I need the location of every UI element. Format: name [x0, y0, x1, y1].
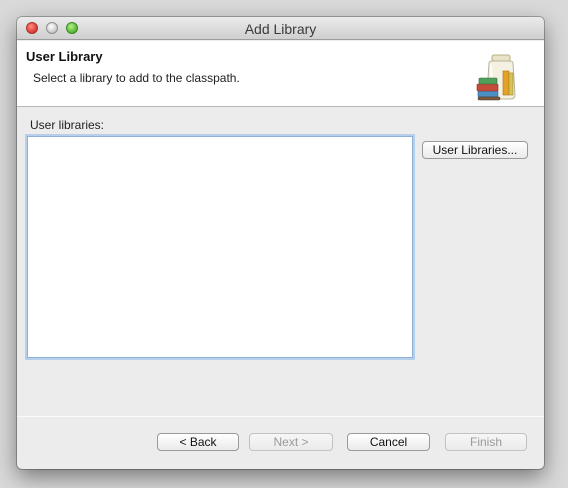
- user-libraries-list[interactable]: [27, 136, 413, 358]
- window-title: Add Library: [244, 21, 317, 37]
- footer-separator: [17, 416, 544, 417]
- user-libraries-label: User libraries:: [30, 118, 105, 132]
- finish-button[interactable]: Finish: [445, 433, 527, 451]
- cancel-button[interactable]: Cancel: [347, 433, 430, 451]
- title-bar: Add Library: [17, 17, 544, 40]
- library-jar-icon: [476, 54, 516, 101]
- user-libraries-button[interactable]: User Libraries...: [422, 141, 528, 159]
- banner-title: User Library: [26, 49, 103, 64]
- back-button[interactable]: < Back: [157, 433, 239, 451]
- next-button[interactable]: Next >: [249, 433, 333, 451]
- banner-message: Select a library to add to the classpath…: [33, 71, 240, 85]
- wizard-banner: User Library Select a library to add to …: [17, 41, 544, 107]
- add-library-dialog: Add Library User Library Select a librar…: [17, 17, 544, 469]
